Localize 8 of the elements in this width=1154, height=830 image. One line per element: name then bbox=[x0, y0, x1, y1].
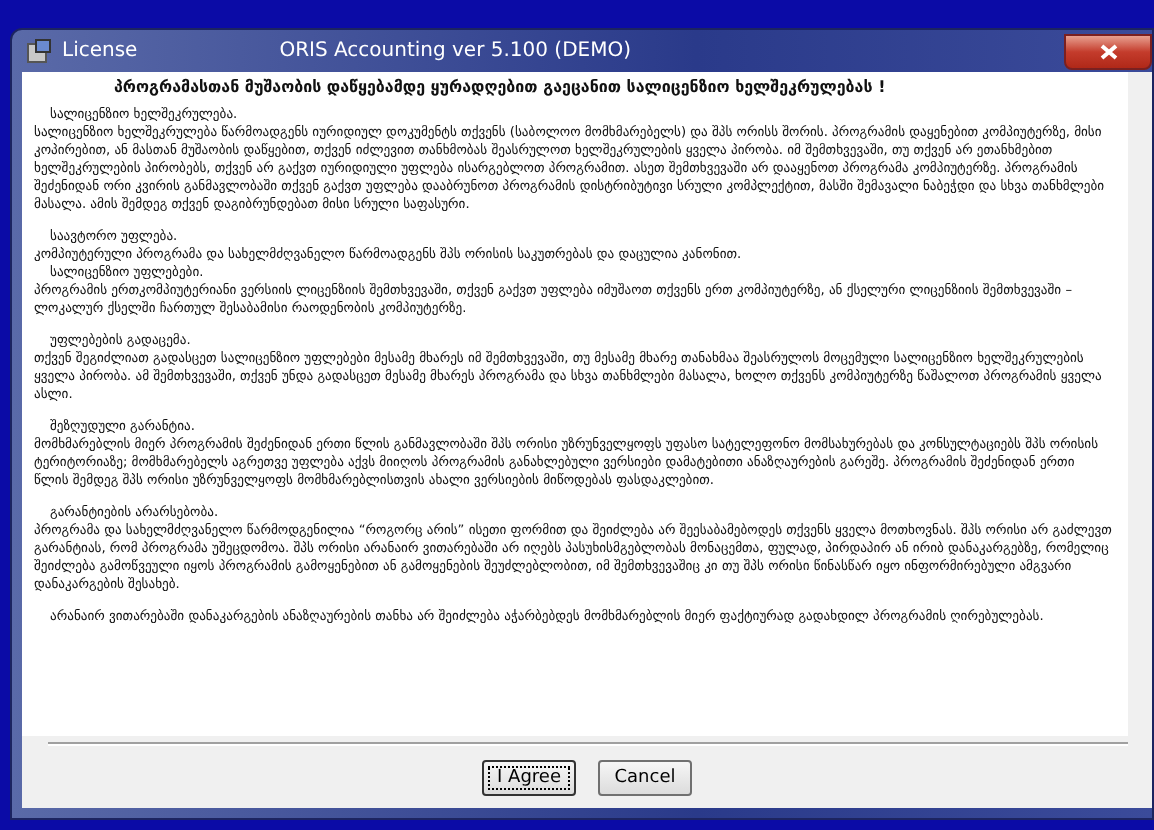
close-icon bbox=[1099, 43, 1117, 59]
license-heading: პროგრამასთან მუშაობის დაწყებამდე ყურადღებით გაეცანით სალიცენზიო ხელშეკრულებას ! bbox=[112, 78, 888, 96]
dialog-button[interactable]: Cancel bbox=[598, 760, 692, 796]
window-title: License bbox=[62, 40, 138, 62]
app-icon bbox=[26, 38, 52, 64]
dialog-button[interactable]: I Agree bbox=[482, 760, 576, 796]
close-button[interactable] bbox=[1064, 33, 1152, 69]
window-caption: ORIS Accounting ver 5.100 (DEMO) bbox=[279, 40, 632, 62]
